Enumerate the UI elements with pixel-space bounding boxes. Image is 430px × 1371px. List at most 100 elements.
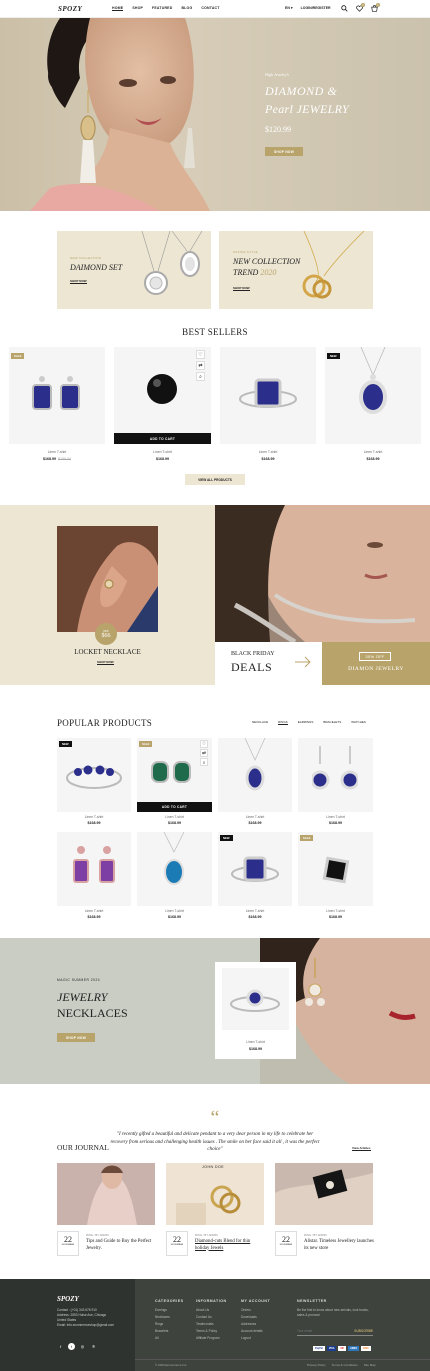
facebook-icon[interactable]: f bbox=[57, 1343, 64, 1350]
compare-icon[interactable]: ⇄ bbox=[200, 749, 208, 757]
product-name[interactable]: Linen T-shirt bbox=[57, 815, 131, 819]
pinterest-icon[interactable]: ℗ bbox=[90, 1343, 97, 1350]
product-name[interactable]: Linen T-shirt bbox=[137, 815, 212, 819]
quick-view-icon[interactable]: ⌕ bbox=[196, 372, 205, 381]
footer-link[interactable]: Rings bbox=[155, 1322, 184, 1326]
product-card[interactable] bbox=[220, 347, 316, 444]
product-name[interactable]: Linen T-shirt bbox=[218, 909, 292, 913]
summer-product-card[interactable]: Linen T-shirt $168.99 bbox=[215, 962, 296, 1059]
footer-link[interactable]: Orders bbox=[241, 1308, 270, 1312]
footer-link[interactable]: Downloads bbox=[241, 1315, 270, 1319]
footer-link[interactable]: Earrings bbox=[155, 1308, 184, 1312]
login-register-link[interactable]: LOGIN/REGISTER bbox=[301, 6, 331, 10]
product-name[interactable]: Linen T-shirt bbox=[298, 909, 373, 913]
tab-watches[interactable]: WATCHES bbox=[351, 720, 366, 725]
footer-link[interactable]: All bbox=[155, 1336, 184, 1340]
footer-link[interactable]: Bracelets bbox=[155, 1329, 184, 1333]
footer-link[interactable]: Logout bbox=[241, 1336, 270, 1340]
subscribe-button[interactable]: SUBSCRIBE bbox=[354, 1329, 373, 1333]
language-select[interactable]: EN ▾ bbox=[285, 6, 293, 10]
footer-link[interactable]: Account details bbox=[241, 1329, 270, 1333]
tab-earrings[interactable]: EARRINGS bbox=[298, 720, 314, 725]
social-icons: f t ◎ ℗ bbox=[57, 1343, 97, 1350]
banner-shop-link[interactable]: SHOP NOW bbox=[70, 279, 87, 284]
banner-new-collection[interactable]: OFFICE STYLE NEW COLLECTION TREND 2020 S… bbox=[219, 231, 373, 309]
terms-link[interactable]: Terms & Conditions bbox=[332, 1363, 358, 1367]
post-title[interactable]: Alistar. Timeless Jewellery launches its… bbox=[304, 1239, 374, 1252]
journal-image[interactable]: JOHN DOE bbox=[166, 1163, 264, 1225]
product-name[interactable]: Linen T-shirt bbox=[137, 909, 212, 913]
footer-col-heading: INFORMATION bbox=[196, 1299, 227, 1303]
nav-contact[interactable]: CONTACT bbox=[201, 6, 219, 11]
journal-image[interactable] bbox=[57, 1163, 155, 1225]
privacy-policy-link[interactable]: Privacy Policy bbox=[307, 1363, 326, 1367]
wishlist-icon[interactable]: 0 bbox=[355, 3, 365, 12]
footer-link[interactable]: Affiliate Program bbox=[196, 1336, 227, 1340]
footer-link[interactable]: Addresses bbox=[241, 1322, 270, 1326]
product-card[interactable]: SALE bbox=[298, 832, 373, 906]
newsletter-email-input[interactable] bbox=[297, 1329, 342, 1333]
product-name[interactable]: Linen T-shirt bbox=[215, 1040, 296, 1044]
compare-icon[interactable]: ⇄ bbox=[196, 361, 205, 370]
footer-link[interactable]: About Us bbox=[196, 1308, 227, 1312]
product-name[interactable]: Linen T-shirt bbox=[114, 450, 211, 454]
nav-home[interactable]: HOME bbox=[112, 6, 124, 11]
product-card[interactable] bbox=[137, 832, 212, 906]
add-to-cart-button[interactable]: ADD TO CART bbox=[114, 433, 211, 444]
summer-shop-now-button[interactable]: SHOP NOW bbox=[57, 1033, 95, 1042]
add-to-cart-button[interactable]: ADD TO CART bbox=[137, 802, 212, 812]
post-title[interactable]: Tips and Guide to Buy the Perfect Jewelr… bbox=[86, 1239, 156, 1252]
post-title[interactable]: Diamond-cuts Blend for thin holiday Jewe… bbox=[195, 1239, 265, 1252]
product-card[interactable]: NEW bbox=[218, 832, 292, 906]
date-badge: 22 NOVEMBER bbox=[57, 1231, 79, 1256]
product-card[interactable]: NEW bbox=[325, 347, 421, 444]
product-name[interactable]: Linen T-shirt bbox=[220, 450, 316, 454]
product-name[interactable]: Linen T-shirt bbox=[218, 815, 292, 819]
footer-link[interactable]: Necklaces bbox=[155, 1315, 184, 1319]
cart-icon[interactable]: 0 bbox=[370, 3, 380, 12]
tab-rings[interactable]: RINGS bbox=[278, 720, 288, 725]
tab-necklace[interactable]: NECKLACE bbox=[252, 720, 268, 725]
search-icon[interactable] bbox=[340, 4, 348, 12]
tab-bracelets[interactable]: BRACELETS bbox=[323, 720, 341, 725]
product-card[interactable] bbox=[57, 832, 131, 906]
product-name[interactable]: Linen T-shirt bbox=[298, 815, 373, 819]
nav-blog[interactable]: BLOG bbox=[181, 6, 192, 11]
journal-image[interactable] bbox=[275, 1163, 373, 1225]
instagram-icon[interactable]: ◎ bbox=[79, 1343, 86, 1350]
product-card[interactable] bbox=[298, 738, 373, 812]
product-card[interactable]: ♡ ⇄ ⌕ ADD TO CART bbox=[114, 347, 211, 444]
product-card[interactable]: NEW bbox=[57, 738, 131, 812]
black-friday-panel[interactable]: BLACK FRIDAY DEALS bbox=[215, 642, 322, 685]
newsletter-heading: NEWSLETTER bbox=[297, 1299, 327, 1303]
quick-view-icon[interactable]: ⌕ bbox=[200, 758, 208, 766]
arrow-right-icon[interactable] bbox=[295, 656, 311, 668]
site-logo[interactable]: SPOZY bbox=[58, 5, 82, 13]
locket-shop-link[interactable]: SHOP NOW bbox=[97, 660, 114, 665]
product-card[interactable]: SALE ♡ ⇄ ⌕ ADD TO CART bbox=[137, 738, 212, 812]
post-meta: RING / BY ADMIN bbox=[304, 1233, 327, 1237]
view-articles-link[interactable]: View Articles bbox=[352, 1146, 371, 1151]
footer-link[interactable]: Terms & Policy bbox=[196, 1329, 227, 1333]
wishlist-icon[interactable]: ♡ bbox=[200, 740, 208, 748]
hero-shop-now-button[interactable]: SHOP NOW bbox=[265, 147, 303, 156]
nav-featured[interactable]: FEATURED bbox=[152, 6, 172, 11]
product-name[interactable]: Linen T-shirt bbox=[57, 909, 131, 913]
product-name[interactable]: Linen T-shirt bbox=[325, 450, 421, 454]
footer-logo[interactable]: SPOZY bbox=[57, 1295, 79, 1303]
footer-link[interactable]: Contact Us bbox=[196, 1315, 227, 1319]
nav-shop[interactable]: SHOP bbox=[132, 6, 143, 11]
product-card[interactable]: SALE bbox=[9, 347, 105, 444]
view-all-products-button[interactable]: VIEW ALL PRODUCTS bbox=[185, 474, 245, 485]
banner-shop-link[interactable]: SHOP NOW bbox=[233, 286, 250, 291]
discount-panel[interactable]: 30% OFF DIAMON JEWELRY bbox=[322, 642, 430, 685]
banner-diamond-set[interactable]: NEW COLLECTION DAIMOND SET SHOP NOW bbox=[57, 231, 211, 309]
header-account: EN ▾ LOGIN/REGISTER bbox=[285, 6, 331, 10]
product-name[interactable]: Linen T-shirt bbox=[9, 450, 105, 454]
product-card[interactable] bbox=[218, 738, 292, 812]
twitter-icon[interactable]: t bbox=[68, 1343, 75, 1350]
site-map-link[interactable]: Site Map bbox=[364, 1363, 376, 1367]
wishlist-icon[interactable]: ♡ bbox=[196, 350, 205, 359]
sapphire-band-ring-image bbox=[66, 765, 122, 789]
footer-link[interactable]: Testimonials bbox=[196, 1322, 227, 1326]
